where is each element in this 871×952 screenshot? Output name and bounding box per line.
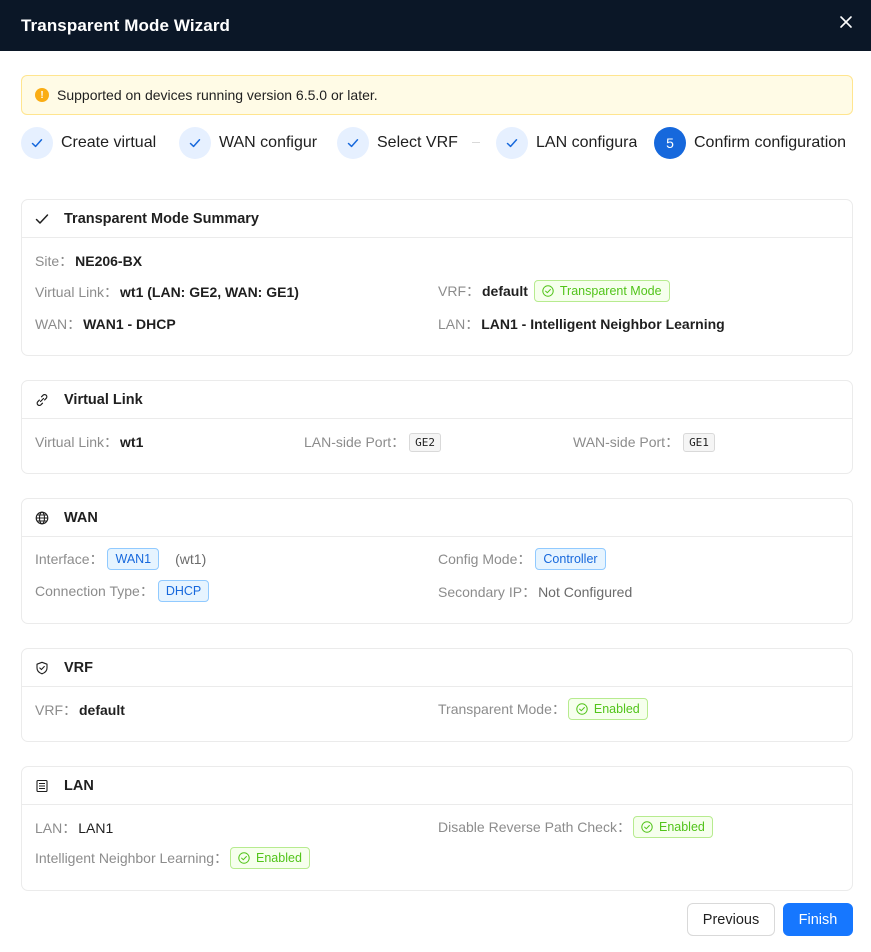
step-select-vrf[interactable]: Select VRF (337, 127, 458, 159)
reverse-path-check-field: Disable Reverse Path Check Enabled (438, 816, 713, 838)
vrf-field: VRFdefault Transparent Mode (438, 280, 670, 302)
port-code: GE1 (683, 432, 715, 452)
wan-field: WANWAN1 - DHCP (35, 314, 176, 334)
check-circle-icon (238, 852, 250, 864)
interface-note: (wt1) (175, 551, 207, 567)
summary-card: Transparent Mode Summary SiteNE206-BX Vi… (21, 199, 853, 356)
lan-field: LANLAN1 - Intelligent Neighbor Learning (438, 314, 725, 334)
close-icon[interactable] (837, 13, 855, 31)
port-code: GE2 (409, 432, 442, 452)
lan-field: LANLAN1 (35, 818, 113, 838)
card-title: VRF (64, 659, 93, 676)
lan-card: LAN LANLAN1 Disable Reverse Path Check E… (21, 766, 853, 891)
enabled-badge: Enabled (632, 816, 713, 838)
step-number: 5 (654, 127, 686, 159)
step-label: WAN configur (219, 134, 318, 151)
previous-button[interactable]: Previous (687, 903, 775, 936)
lan-port-field: LAN-side PortGE2 (304, 432, 442, 452)
wizard-steps: Create virtual WAN configur Select VRF L… (21, 127, 853, 161)
enabled-badge: Enabled (567, 698, 648, 720)
interface-field: Interface WAN1 (wt1) (35, 548, 206, 570)
secondary-ip-field: Secondary IP Not Configured (438, 582, 632, 602)
shield-icon (34, 660, 50, 676)
enabled-badge: Enabled (230, 847, 310, 869)
interface-badge: WAN1 (107, 548, 160, 570)
modal-title: Transparent Mode Wizard (21, 15, 231, 35)
check-icon (337, 127, 369, 159)
step-confirm[interactable]: 5 Confirm configuration (654, 127, 846, 159)
server-icon (34, 778, 50, 794)
connection-type-field: Connection Type DHCP (35, 580, 210, 602)
virtual-link-card: Virtual Link Virtual Linkwt1 LAN-side Po… (21, 380, 853, 474)
transparent-mode-field: Transparent Mode Enabled (438, 698, 648, 720)
check-circle-icon (576, 703, 588, 715)
check-circle-icon (641, 821, 653, 833)
transparent-mode-badge: Transparent Mode (533, 280, 670, 302)
card-header: LAN (22, 767, 852, 805)
virtual-link-field: Virtual Linkwt1 (35, 432, 143, 452)
check-icon (496, 127, 528, 159)
card-header: Transparent Mode Summary (22, 200, 852, 238)
step-connector (472, 142, 480, 143)
card-header: Virtual Link (22, 381, 852, 419)
step-create-virtual[interactable]: Create virtual (21, 127, 156, 159)
step-wan-config[interactable]: WAN configur (179, 127, 317, 159)
step-lan-config[interactable]: LAN configura (496, 127, 637, 159)
check-circle-icon (542, 285, 554, 297)
modal-header: Transparent Mode Wizard (0, 0, 871, 51)
alert-text: Supported on devices running version 6.5… (57, 87, 378, 103)
link-icon (34, 392, 50, 408)
virtual-link-field: Virtual Linkwt1 (LAN: GE2, WAN: GE1) (35, 282, 299, 302)
check-icon (21, 127, 53, 159)
step-label: LAN configura (536, 134, 638, 151)
finish-button[interactable]: Finish (783, 903, 853, 936)
check-icon (34, 211, 50, 227)
card-title: LAN (64, 777, 94, 794)
step-label: Confirm configuration (694, 134, 847, 151)
step-label: Create virtual (61, 134, 157, 151)
globe-icon (34, 510, 50, 526)
card-header: VRF (22, 649, 852, 687)
warning-icon: ! (35, 88, 49, 102)
card-header: WAN (22, 499, 852, 537)
card-title: Transparent Mode Summary (64, 210, 259, 227)
wan-card: WAN Interface WAN1 (wt1) Config Mode Con… (21, 498, 853, 624)
vrf-field: VRFdefault (35, 700, 125, 720)
connection-type-badge: DHCP (157, 580, 210, 602)
site-field: SiteNE206-BX (35, 251, 142, 271)
card-title: Virtual Link (64, 391, 143, 408)
config-mode-field: Config Mode Controller (438, 548, 606, 570)
card-title: WAN (64, 509, 98, 526)
neighbor-learning-field: Intelligent Neighbor Learning Enabled (35, 847, 310, 869)
version-alert: ! Supported on devices running version 6… (21, 75, 853, 115)
check-icon (179, 127, 211, 159)
config-mode-badge: Controller (535, 548, 606, 570)
vrf-card: VRF VRFdefault Transparent Mode Enabled (21, 648, 853, 742)
wan-port-field: WAN-side PortGE1 (573, 432, 715, 452)
step-label: Select VRF (377, 134, 458, 151)
